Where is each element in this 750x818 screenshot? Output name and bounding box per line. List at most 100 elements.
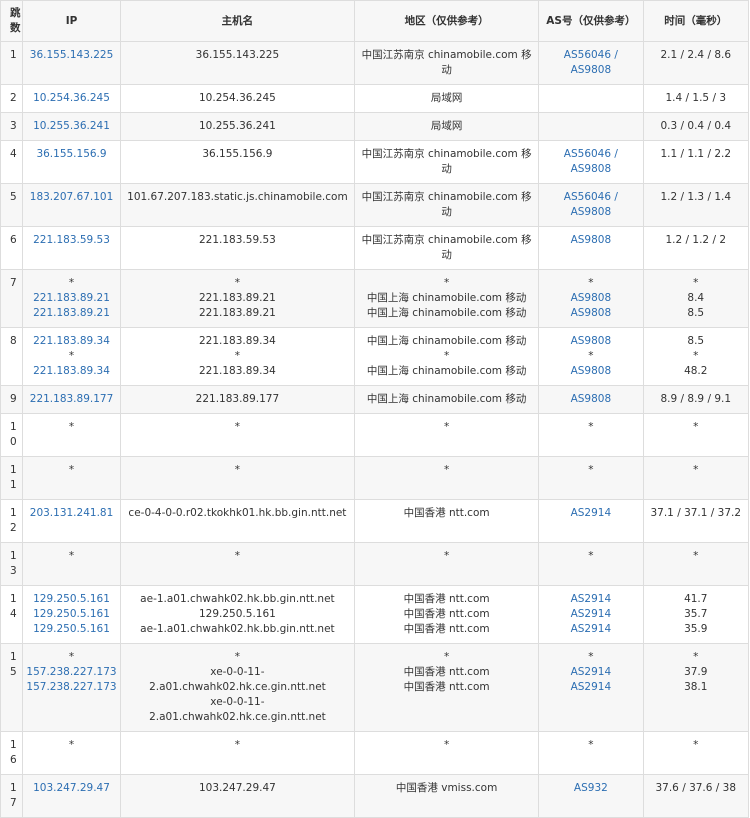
asn-link[interactable]: AS9808	[542, 306, 639, 321]
asn-cell: AS2914 AS2914 AS2914	[538, 585, 644, 644]
ip-address-link[interactable]: 10.255.36.241	[26, 119, 117, 134]
latency-cell: * 37.9 38.1	[642, 643, 750, 732]
location-text: 中国江苏南京 chinamobile.com 移动	[361, 234, 532, 261]
ip-address-link[interactable]: 221.183.89.34	[26, 334, 117, 349]
location-text: 中国香港 ntt.com	[403, 623, 490, 635]
location-cell: 中国香港 vmiss.com	[353, 774, 540, 818]
asn-link[interactable]: AS2914	[542, 622, 639, 637]
location-text: *	[443, 277, 450, 289]
ip-address-link[interactable]: 36.155.156.9	[26, 147, 117, 162]
latency-text: 37.9	[684, 666, 708, 678]
header-hostname: 主机名	[119, 0, 356, 42]
latency-cell: 1.4 / 1.5 / 3	[642, 84, 750, 113]
table-row: 6 221.183.59.53 221.183.59.53 中国江苏南京 chinam…	[0, 226, 750, 270]
location-text: 中国香港 ntt.com	[403, 507, 490, 519]
latency-text: 35.7	[684, 608, 708, 620]
ip-address-cell: * 157.238.227.173 157.238.227.173	[22, 643, 121, 732]
asn-link[interactable]: AS2914	[542, 607, 639, 622]
table-row: 4 36.155.156.9 36.155.156.9 中国江苏南京 chinamob…	[0, 140, 750, 184]
hop-number: 13	[0, 542, 24, 586]
location-text: 中国香港 ntt.com	[403, 681, 490, 693]
hostname-cell: 221.183.89.177	[119, 385, 356, 414]
latency-text: 8.9 / 8.9 / 9.1	[660, 393, 732, 405]
ip-address-link[interactable]: 129.250.5.161	[26, 622, 117, 637]
header-hop: 跳数	[0, 0, 24, 42]
hop-number: 16	[0, 731, 24, 775]
hostname-cell: * 221.183.89.21 221.183.89.21	[119, 269, 356, 328]
latency-text: *	[693, 350, 699, 362]
hop-number: 1	[0, 41, 24, 85]
asn-link[interactable]: AS9808	[542, 334, 639, 349]
table-row: 5 183.207.67.101 101.67.207.183.static.js.…	[0, 183, 750, 227]
asn-cell: * AS2914 AS2914	[538, 643, 644, 732]
hostname-text: *	[234, 651, 241, 663]
ip-address-link[interactable]: 183.207.67.101	[26, 190, 117, 205]
asn-cell: AS56046 / AS9808	[538, 183, 644, 227]
asn-text: *	[588, 739, 594, 751]
latency-text: 1.1 / 1.1 / 2.2	[660, 148, 732, 160]
location-text: 中国江苏南京 chinamobile.com 移动	[361, 191, 532, 218]
ip-address-cell: 10.254.36.245	[22, 84, 121, 113]
latency-cell: 41.7 35.7 35.9	[642, 585, 750, 644]
asn-link[interactable]: AS932	[542, 781, 639, 796]
location-text: 中国江苏南京 chinamobile.com 移动	[361, 49, 532, 76]
asn-link[interactable]: AS56046 / AS9808	[542, 48, 639, 78]
location-cell: *	[353, 456, 540, 500]
ip-address-link[interactable]: 129.250.5.161	[26, 592, 117, 607]
latency-text: 2.1 / 2.4 / 8.6	[660, 49, 732, 61]
hostname-text: 101.67.207.183.static.js.chinamobile.com	[127, 191, 348, 203]
asn-link[interactable]: AS9808	[542, 291, 639, 306]
hop-number: 2	[0, 84, 24, 113]
hostname-text: 103.247.29.47	[199, 782, 276, 794]
hostname-text: 36.155.143.225	[195, 49, 280, 61]
asn-link[interactable]: AS2914	[542, 680, 639, 695]
location-cell: 中国江苏南京 chinamobile.com 移动	[353, 226, 540, 270]
table-row: 3 10.255.36.241 10.255.36.241 局域网 0.3 / 0.4 …	[0, 112, 750, 141]
hop-number: 10	[0, 413, 24, 457]
ip-address-link[interactable]: 221.183.59.53	[26, 233, 117, 248]
table-row: 8 221.183.89.34 * 221.183.89.34 221.183.89.3…	[0, 327, 750, 386]
hop-number: 7	[0, 269, 24, 328]
latency-cell: 37.1 / 37.1 / 37.2	[642, 499, 750, 543]
asn-link[interactable]: AS9808	[542, 364, 639, 379]
latency-cell: *	[642, 413, 750, 457]
table-body: 1 36.155.143.225 36.155.143.225 中国江苏南京 chin…	[0, 41, 750, 818]
asn-link[interactable]: AS2914	[542, 665, 639, 680]
ip-address-text: *	[68, 464, 75, 476]
ip-address-cell: *	[22, 413, 121, 457]
asn-link[interactable]: AS2914	[542, 592, 639, 607]
ip-address-link[interactable]: 10.254.36.245	[26, 91, 117, 106]
location-text: 中国上海 chinamobile.com 移动	[366, 307, 527, 319]
hostname-text: *	[234, 550, 241, 562]
ip-address-link[interactable]: 221.183.89.34	[26, 364, 117, 379]
ip-address-link[interactable]: 221.183.89.177	[26, 392, 117, 407]
asn-cell: AS9808	[538, 226, 644, 270]
ip-address-link[interactable]: 221.183.89.21	[26, 291, 117, 306]
ip-address-link[interactable]: 157.238.227.173	[26, 680, 117, 695]
hop-number: 14	[0, 585, 24, 644]
latency-text: 35.9	[684, 623, 708, 635]
ip-address-cell: 129.250.5.161 129.250.5.161 129.250.5.161	[22, 585, 121, 644]
hostname-text: ae-1.a01.chwahk02.hk.bb.gin.ntt.net	[140, 623, 335, 635]
hostname-cell: *	[119, 456, 356, 500]
hostname-text: 10.254.36.245	[199, 92, 276, 104]
location-text: 中国江苏南京 chinamobile.com 移动	[361, 148, 532, 175]
ip-address-link[interactable]: 221.183.89.21	[26, 306, 117, 321]
hostname-cell: 221.183.89.34 * 221.183.89.34	[119, 327, 356, 386]
latency-cell: 8.5 * 48.2	[642, 327, 750, 386]
latency-text: 8.5	[687, 335, 705, 347]
ip-address-link[interactable]: 129.250.5.161	[26, 607, 117, 622]
ip-address-link[interactable]: 36.155.143.225	[26, 48, 117, 63]
ip-address-link[interactable]: 203.131.241.81	[26, 506, 117, 521]
ip-address-link[interactable]: 157.238.227.173	[26, 665, 117, 680]
asn-link[interactable]: AS56046 / AS9808	[542, 190, 639, 220]
header-location: 地区（仅供参考）	[353, 0, 540, 42]
asn-link[interactable]: AS9808	[542, 392, 639, 407]
hostname-cell: 10.255.36.241	[119, 112, 356, 141]
ip-address-cell: *	[22, 542, 121, 586]
asn-link[interactable]: AS56046 / AS9808	[542, 147, 639, 177]
ip-address-link[interactable]: 103.247.29.47	[26, 781, 117, 796]
asn-link[interactable]: AS2914	[542, 506, 639, 521]
latency-text: 8.4	[687, 292, 705, 304]
asn-link[interactable]: AS9808	[542, 233, 639, 248]
